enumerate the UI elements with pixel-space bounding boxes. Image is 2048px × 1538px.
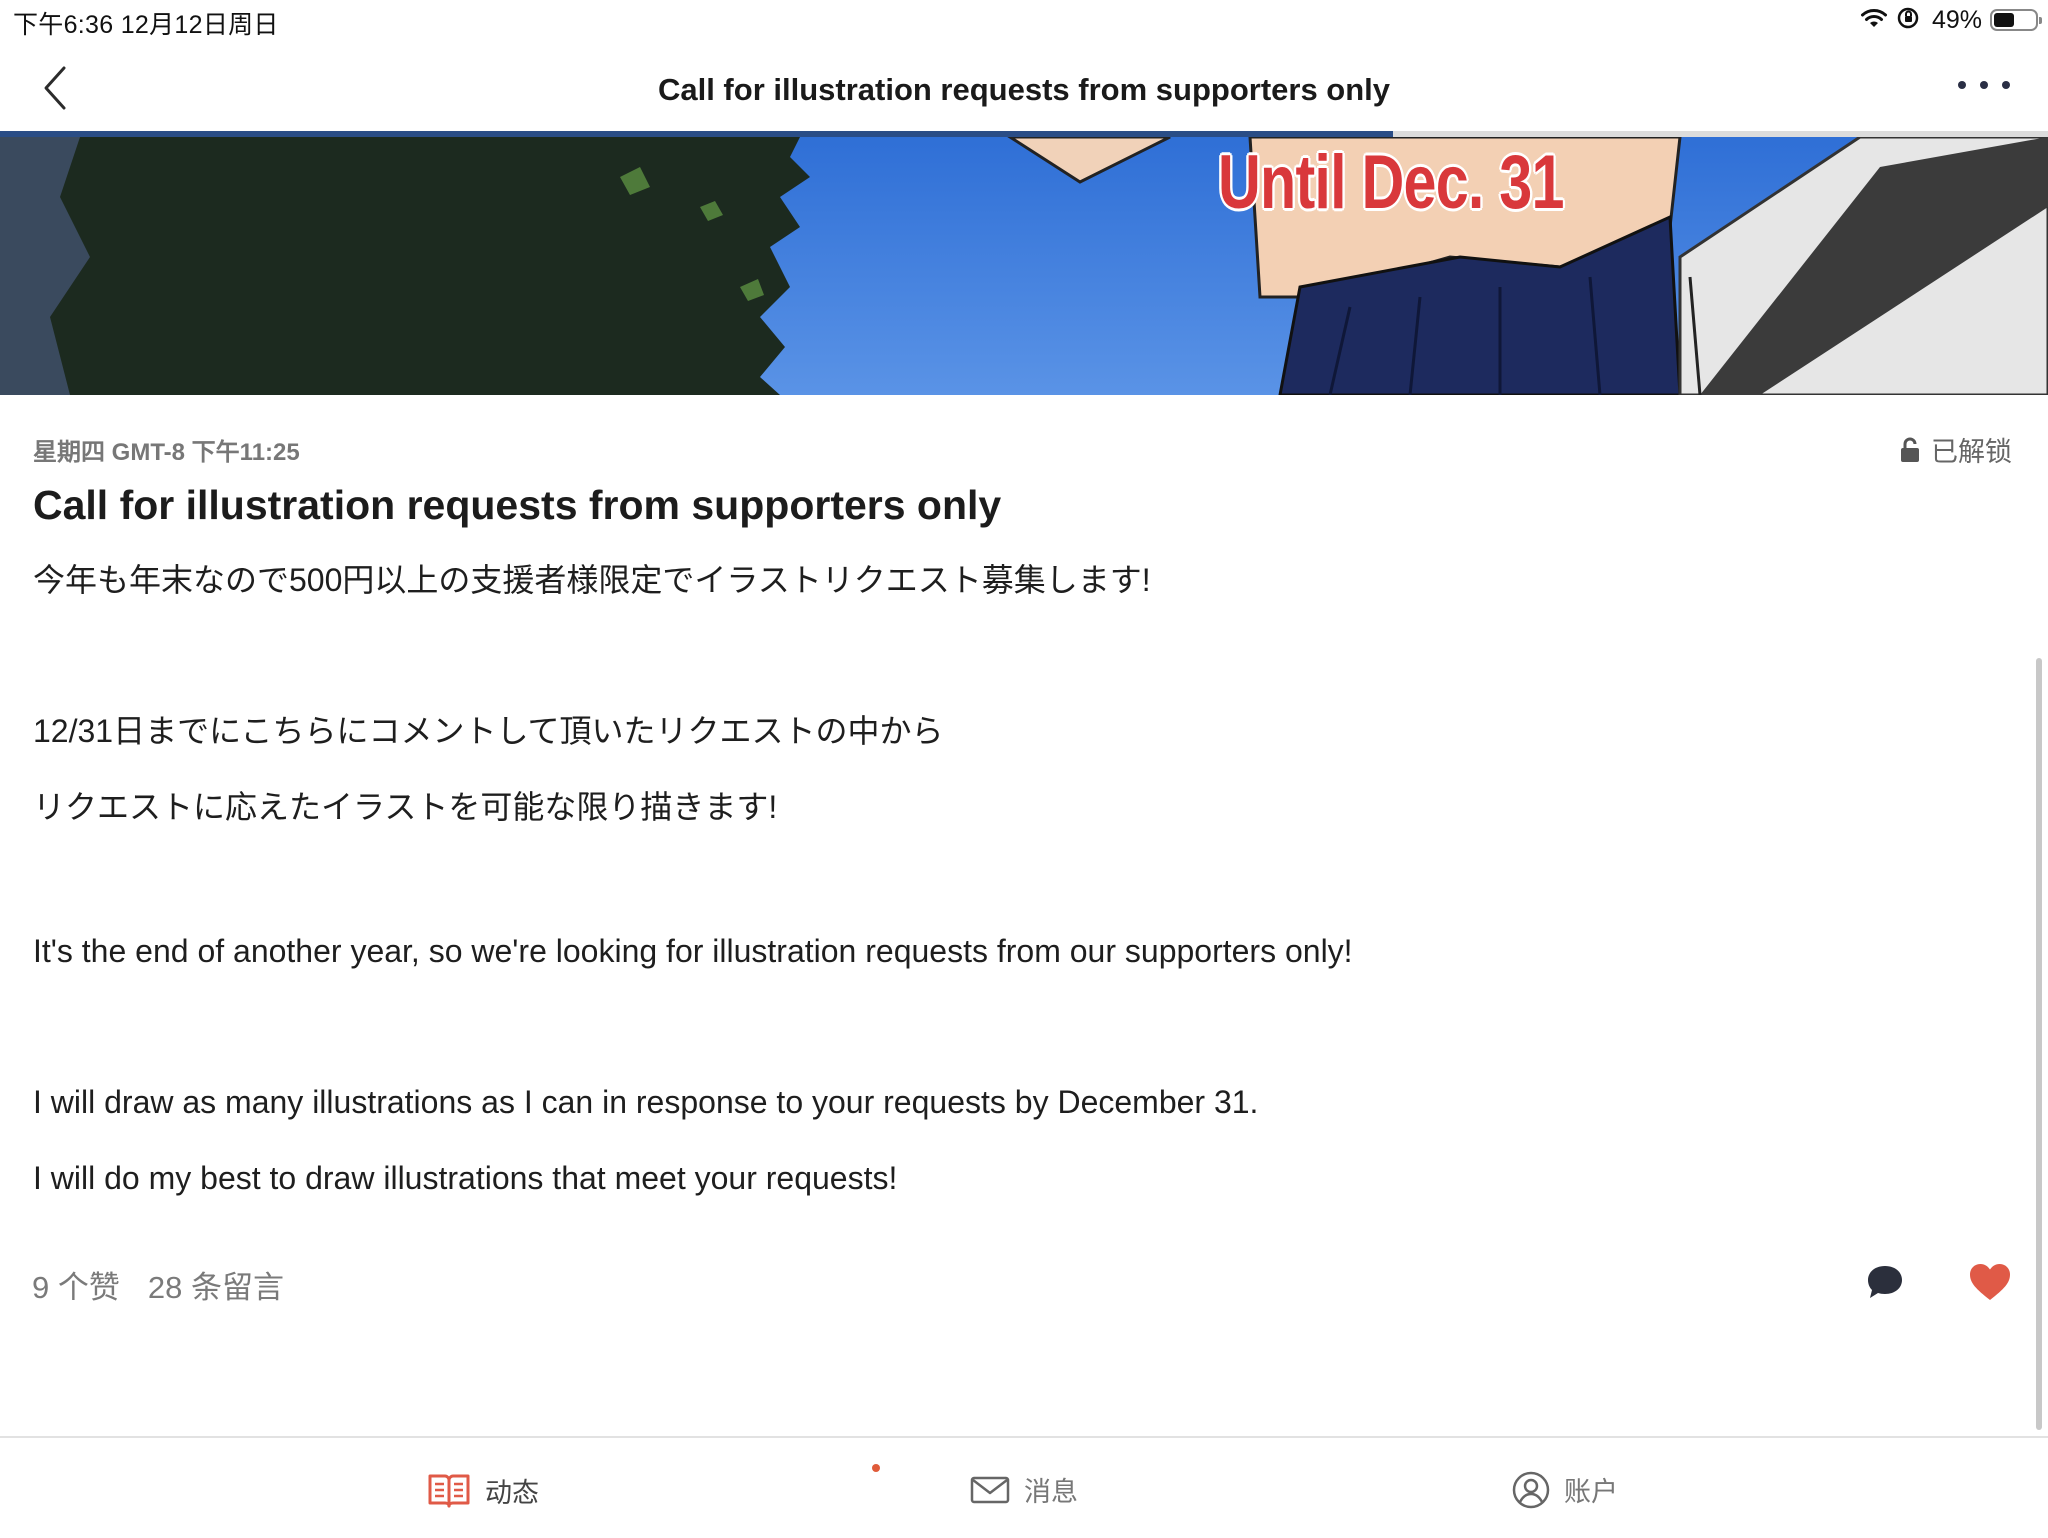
- tab-account[interactable]: 账户: [1512, 1470, 1618, 1509]
- post-paragraph: 12/31日までにこちらにコメントして頂いたリクエストの中から: [33, 713, 944, 749]
- tab-feed[interactable]: 动态: [427, 1470, 539, 1510]
- unlocked-padlock-icon: [1901, 437, 1919, 462]
- tab-messages[interactable]: 消息: [970, 1470, 1078, 1509]
- comment-bubble-icon: [1868, 1266, 1902, 1298]
- post-paragraph: I will draw as many illustrations as I c…: [33, 1084, 1259, 1120]
- banner-deadline-text: Until Dec. 31: [1218, 140, 1564, 225]
- unlock-status: 已解锁: [1899, 430, 2012, 469]
- like-button[interactable]: [1968, 1262, 2012, 1302]
- post-stats: 9 个赞 28 条留言: [32, 1262, 284, 1307]
- wifi-icon: [1860, 7, 1888, 34]
- post-paragraph: 今年も年末なので500円以上の支援者様限定でイラストリクエスト募集します!: [33, 562, 1151, 598]
- status-bar: 下午6:36 12月12日周日 49%: [0, 0, 2048, 40]
- more-button[interactable]: [1958, 74, 2010, 96]
- tab-messages-label: 消息: [1024, 1477, 1078, 1507]
- status-time: 下午6:36 12月12日周日: [13, 11, 279, 39]
- book-icon: [428, 1474, 470, 1508]
- heart-icon: [1970, 1264, 2010, 1300]
- comment-button[interactable]: [1864, 1262, 1906, 1302]
- comment-count[interactable]: 28 条留言: [148, 1262, 284, 1307]
- notification-dot: [872, 1464, 880, 1472]
- post-paragraph: It's the end of another year, so we're l…: [33, 933, 1353, 969]
- nav-bar: Call for illustration requests from supp…: [0, 40, 2048, 132]
- post-paragraph: リクエストに応えたイラストを可能な限り描きます!: [33, 789, 778, 825]
- scrollbar[interactable]: [2036, 658, 2042, 1430]
- post-timestamp: 星期四 GMT-8 下午11:25: [33, 439, 300, 466]
- nav-title: Call for illustration requests from supp…: [657, 72, 1391, 107]
- orientation-lock-icon: [1896, 6, 1920, 35]
- post-title: Call for illustration requests from supp…: [33, 482, 1002, 528]
- more-dots-icon: [1958, 81, 1966, 89]
- like-count[interactable]: 9 个赞: [32, 1262, 120, 1307]
- battery-percent: 49%: [1931, 5, 1982, 34]
- post-paragraph: I will do my best to draw illustrations …: [33, 1160, 898, 1196]
- tab-bar: 动态 消息 账户: [0, 1436, 2048, 1538]
- account-icon: [1512, 1471, 1550, 1508]
- tab-feed-label: 动态: [485, 1477, 539, 1508]
- battery-icon: [1990, 9, 2042, 31]
- tab-account-label: 账户: [1564, 1477, 1618, 1507]
- mail-icon: [970, 1476, 1010, 1503]
- status-icons: 49%: [1860, 4, 2042, 36]
- unlock-status-label: 已解锁: [1931, 437, 2012, 467]
- header-banner-image: Until Dec. 31: [0, 137, 2048, 395]
- battery-level: [1994, 13, 2014, 27]
